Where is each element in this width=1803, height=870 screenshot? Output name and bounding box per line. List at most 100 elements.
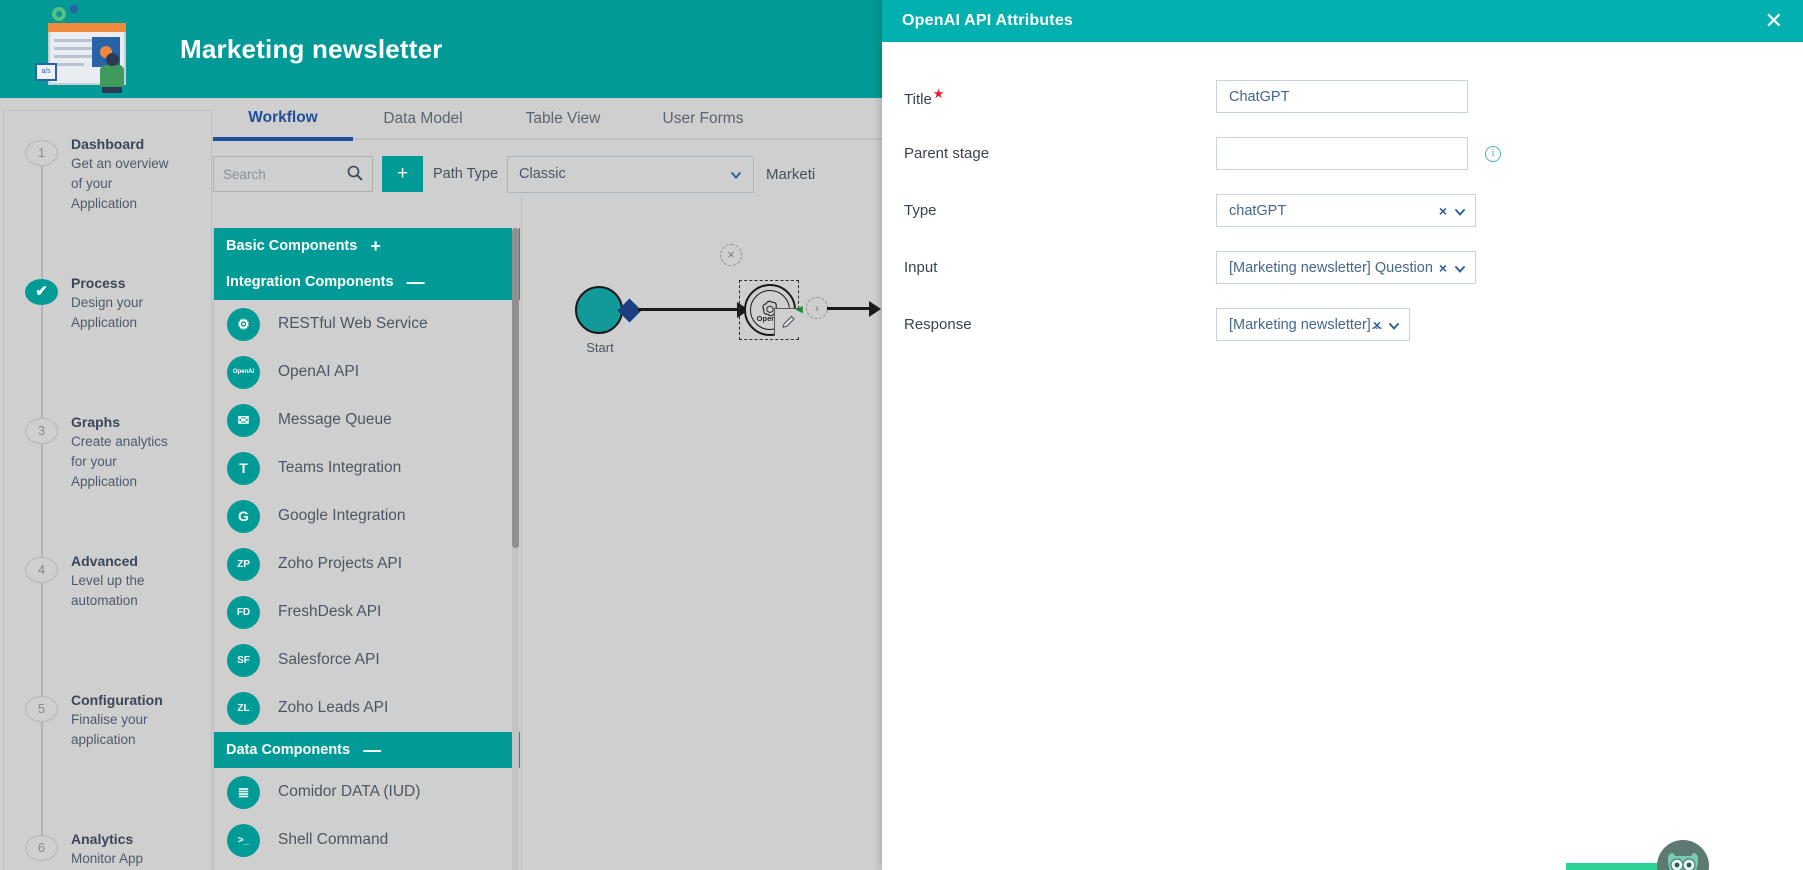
stepper-item-graphs[interactable]: 3 GraphsCreate analytics for your Applica… <box>4 407 211 546</box>
palette-group-label: Data Components <box>226 742 350 758</box>
chevron-down-icon[interactable] <box>1454 205 1466 223</box>
search-icon[interactable] <box>347 165 363 181</box>
stepper-item-desc: Get an overview of your Application <box>71 154 176 214</box>
palette-item[interactable]: ZLZoho Leads API <box>214 684 520 732</box>
palette-item-icon-text: ≣ <box>238 784 250 801</box>
palette-item-label: Google Integration <box>278 507 406 525</box>
search-box[interactable] <box>213 156 373 192</box>
palette-item-label: Teams Integration <box>278 459 401 477</box>
stepper-badge-label: 4 <box>38 562 45 577</box>
tab-user-forms[interactable]: User Forms <box>633 110 773 138</box>
palette-item-icon-text: FD <box>237 607 250 618</box>
field-value: [Marketing newsletter] Question <box>1217 260 1433 276</box>
node-start[interactable] <box>575 286 623 334</box>
close-small-icon[interactable]: × <box>1439 260 1447 276</box>
search-input[interactable] <box>214 167 334 182</box>
stepper-item-title: Process <box>71 274 176 293</box>
field-type-input[interactable]: chatGPT× <box>1216 194 1476 227</box>
palette-item-icon-text: SF <box>237 655 250 666</box>
chevron-down-icon[interactable] <box>1454 262 1466 280</box>
palette-item[interactable]: SFSalesforce API <box>214 636 520 684</box>
stepper-item-desc: Level up the automation <box>71 571 176 611</box>
chevron-down-icon[interactable] <box>730 168 741 179</box>
palette-item[interactable]: OpenAIOpenAI API <box>214 348 520 396</box>
info-icon[interactable]: i <box>1485 146 1501 162</box>
palette-item-icon-text: ⚙ <box>237 316 250 333</box>
modal-header: OpenAI API Attributes ✕ <box>882 0 1803 42</box>
openai-api-icon: OpenAI <box>227 356 260 389</box>
palette-item[interactable]: TTeams Integration <box>214 444 520 492</box>
palette-item[interactable]: GGoogle Integration <box>214 492 520 540</box>
field-title-input[interactable]: ChatGPT <box>1216 80 1468 113</box>
palette-group-toggle-icon[interactable]: — <box>363 743 381 757</box>
close-icon[interactable]: ✕ <box>1765 10 1783 32</box>
chevron-down-icon[interactable] <box>1388 319 1400 337</box>
stepper-badge: 1 <box>25 140 58 166</box>
component-palette: Basic Components + Integration Components—… <box>213 228 520 870</box>
edge-start-to-openai <box>638 308 740 311</box>
tab-table-view[interactable]: Table View <box>493 110 633 138</box>
field-label: Input <box>904 259 1216 276</box>
field-value: [Marketing newsletter]... <box>1217 317 1383 333</box>
field-response-input[interactable]: [Marketing newsletter]...× <box>1216 308 1410 341</box>
stepper-item-desc: Finalise your application <box>71 710 176 750</box>
close-small-icon[interactable]: × <box>1373 317 1381 333</box>
field-label: Parent stage <box>904 145 1216 162</box>
modal-body: Title★ChatGPTParent stageiTypechatGPT×In… <box>882 42 1803 870</box>
path-type-select[interactable]: Classic <box>507 156 754 193</box>
stepper-badge: 6 <box>25 835 58 861</box>
stepper-item-title: Analytics <box>71 830 143 849</box>
freshdesk-api-icon: FD <box>227 596 260 629</box>
palette-scrollbar-thumb[interactable] <box>512 228 519 548</box>
zoho-leads-api-icon: ZL <box>227 692 260 725</box>
palette-group-data-components[interactable]: Data Components — <box>214 732 520 768</box>
owl-avatar-icon[interactable] <box>1657 840 1709 870</box>
stepper-item-analytics[interactable]: 6 AnalyticsMonitor App <box>4 824 211 870</box>
tab-workflow[interactable]: Workflow <box>213 109 353 141</box>
onboarding-stepper: 1DashboardGet an overview of your Applic… <box>3 110 212 870</box>
palette-item[interactable]: ⚙RESTful Web Service <box>214 300 520 348</box>
stepper-badge-label: 1 <box>38 145 45 160</box>
close-small-icon[interactable]: × <box>1439 203 1447 219</box>
palette-item-icon-text: OpenAI <box>233 369 254 375</box>
stepper-badge: 5 <box>25 696 58 722</box>
palette-item[interactable]: ✉Message Queue <box>214 396 520 444</box>
stepper-item-desc: Create analytics for your Application <box>71 432 176 492</box>
palette-item-icon-text: ZP <box>237 559 250 570</box>
palette-item-icon-text: ZL <box>237 703 249 714</box>
palette-group-toggle-icon[interactable]: + <box>370 239 381 253</box>
palette-item[interactable]: ≣Comidor DATA (IUD) <box>214 768 520 816</box>
palette-group-basic-components[interactable]: Basic Components + <box>214 228 520 264</box>
workflow-toolbar: + Path Type Classic Marketi <box>213 152 882 196</box>
add-component-button[interactable]: + <box>382 156 423 192</box>
tab-data-model[interactable]: Data Model <box>353 110 493 138</box>
field-parent-stage-input[interactable] <box>1216 137 1468 170</box>
stepper-badge-label: 3 <box>38 423 45 438</box>
stepper-badge-label: ✔ <box>35 280 48 304</box>
palette-item[interactable]: >_Shell Command <box>214 816 520 864</box>
node-next-badge[interactable]: › <box>806 297 828 319</box>
palette-item[interactable]: FDFreshDesk API <box>214 588 520 636</box>
stepper-item-process[interactable]: ✔ ProcessDesign your Application <box>4 268 211 407</box>
required-marker-icon: ★ <box>933 86 945 101</box>
newsletter-illustration-icon: a/s <box>30 5 150 93</box>
palette-group-toggle-icon[interactable]: — <box>407 275 425 289</box>
palette-group-label: Basic Components <box>226 238 357 254</box>
palette-group-integration-components[interactable]: Integration Components— <box>214 264 520 300</box>
page-title: Marketing newsletter <box>180 34 443 65</box>
stepper-item-desc: Monitor App <box>71 849 143 869</box>
edge-openai-to-next <box>827 307 872 310</box>
stepper-item-advanced[interactable]: 4AdvancedLevel up the automation <box>4 546 211 685</box>
app-banner: a/s Marketing newsletter <box>0 0 882 98</box>
stepper-item-dashboard[interactable]: 1DashboardGet an overview of your Applic… <box>4 129 211 268</box>
palette-item[interactable]: ZPZoho Projects API <box>214 540 520 588</box>
stepper-item-title: Graphs <box>71 413 176 432</box>
field-label: Type <box>904 202 1216 219</box>
stepper-item-desc: Design your Application <box>71 293 176 333</box>
node-delete-badge[interactable]: × <box>720 244 742 266</box>
field-input-input[interactable]: [Marketing newsletter] Question × <box>1216 251 1476 284</box>
workflow-canvas[interactable]: Start OpenAI × ◂ › <box>521 196 882 870</box>
comidor-data-icon: ≣ <box>227 776 260 809</box>
stepper-badge-label: 5 <box>38 701 45 716</box>
stepper-item-configuration[interactable]: 5ConfigurationFinalise your application <box>4 685 211 824</box>
